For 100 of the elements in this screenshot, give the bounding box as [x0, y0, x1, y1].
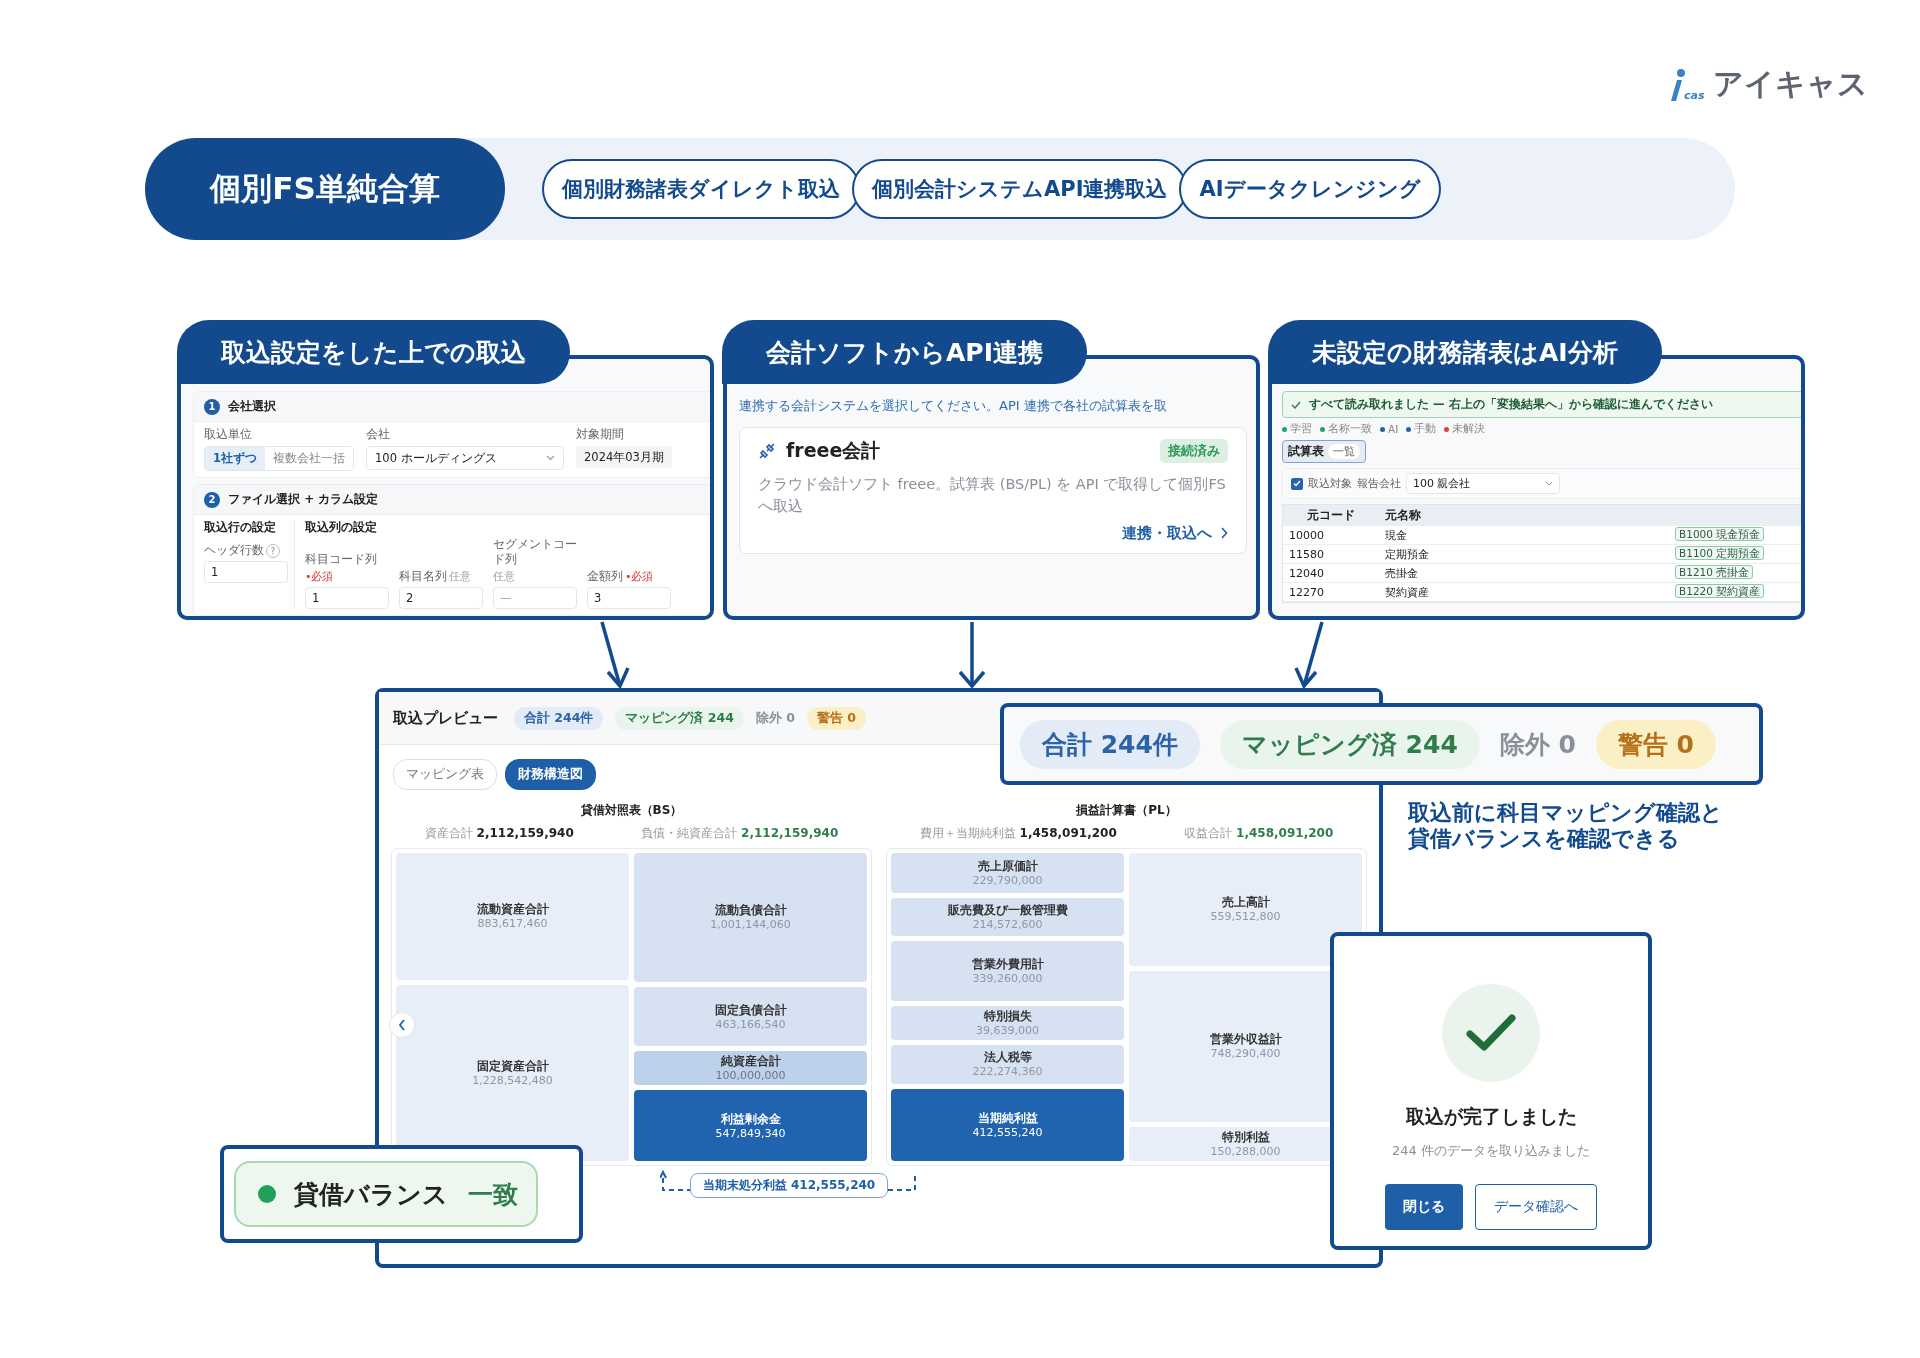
account-block: 販売費及び一般管理費 214,572,600	[891, 898, 1124, 936]
logo-text: アイキャス	[1712, 66, 1868, 102]
company-select[interactable]: 100 ホールディングス	[366, 446, 564, 470]
stat-badge: 警告 0	[806, 706, 867, 730]
caption-text: 取込前に科目マッピング確認と貸借バランスを確認できる	[1408, 800, 1724, 853]
chevron-down-icon	[546, 455, 555, 461]
mapping-tag: B1000 現金預金	[1675, 527, 1765, 541]
field-label: 報告会社	[1357, 476, 1401, 491]
input-field[interactable]: —	[493, 587, 577, 609]
field-label: 会社	[366, 427, 391, 442]
requirement-label: •必須	[625, 569, 654, 584]
requirement-label: 任意	[449, 569, 471, 584]
requirement-label: 任意	[493, 569, 515, 584]
table-cell-text: 売掛金	[1384, 565, 1419, 581]
mapping-tag: B1210 売掛金	[1675, 565, 1754, 579]
subsection-title: 取込行の設定	[204, 520, 277, 535]
stat-badge: 警告 0	[1595, 719, 1716, 769]
banner-text: すべて読み取れました — 右上の「変換結果へ」から確認に進んでください	[1309, 397, 1713, 412]
field-label: 金額列	[587, 569, 623, 584]
panel-title: 会計ソフトからAPI連携	[722, 320, 1087, 384]
connect-link[interactable]: 連携・取込へ	[1122, 523, 1228, 543]
checkbox[interactable]	[1291, 477, 1303, 490]
checkmark-icon	[1442, 984, 1540, 1082]
total-text: 負債・純資産合計 2,112,159,940	[641, 825, 839, 842]
chevron-left-icon	[398, 1019, 406, 1031]
account-block: 利益剰余金 547,849,340	[634, 1090, 867, 1161]
column-header: 元名称	[1384, 506, 1422, 524]
service-name: freee会計	[786, 438, 882, 463]
field-label: ヘッダ行数	[204, 543, 264, 558]
field-label: セグメントコード列	[493, 537, 578, 567]
legend-label: 学習	[1290, 422, 1312, 436]
view-tab[interactable]: 財務構造図	[505, 759, 596, 790]
tab-chip: 一覧	[1328, 444, 1360, 459]
account-block: 固定資産合計 1,228,542,480	[396, 984, 629, 1161]
stat-badge: 合計 244件	[1020, 719, 1200, 769]
balance-status: 一致	[468, 1178, 518, 1211]
logo-mark-text: cas	[1684, 89, 1705, 102]
chevron-right-icon	[1220, 527, 1228, 539]
table-cell-text: 定期預金	[1384, 546, 1430, 562]
step-number: 1	[204, 398, 220, 415]
legend-label: 未解決	[1452, 422, 1486, 436]
preview-title: 取込プレビュー	[393, 708, 498, 728]
step-number: 2	[204, 491, 220, 508]
account-block: 売上高計 559,512,800	[1129, 853, 1362, 966]
input-field[interactable]: 3	[587, 587, 671, 609]
legend-label: 手動	[1414, 422, 1437, 436]
balance-label: 貸借バランス	[294, 1178, 448, 1211]
table-cell-text: 12270	[1288, 585, 1325, 599]
header-title: 個別FS単純合算	[145, 138, 505, 240]
account-block: 流動資産合計 883,617,460	[396, 853, 629, 980]
account-block: 売上原価計 229,790,000	[891, 853, 1124, 894]
stat-text: 除外 0	[1499, 728, 1576, 761]
account-block: 純資産合計 100,000,000	[634, 1051, 867, 1086]
period-field[interactable]: 2024年03月期	[576, 446, 672, 468]
mapping-tag: B1100 定期預金	[1675, 546, 1765, 560]
table-cell-text: 12040	[1288, 566, 1325, 580]
tab-label: 試算表	[1288, 444, 1324, 459]
total-text: 費用＋当期純利益 1,458,091,200	[919, 825, 1117, 842]
total-text: 収益合計 1,458,091,200	[1184, 825, 1334, 842]
status-badge: 接続済み	[1160, 439, 1228, 463]
checkbox-label: 取込対象	[1308, 476, 1352, 491]
field-label: 科目名列	[399, 569, 447, 584]
input-field[interactable]: 1	[305, 587, 389, 609]
statement-title: 貸借対照表（BS）	[579, 802, 684, 819]
unit-option[interactable]: 1社ずつ	[205, 447, 265, 470]
service-description: クラウド会計ソフト freee。試算表 (BS/PL) を API で取得して個別FSへ取込	[758, 475, 1227, 516]
input-field[interactable]: 1	[204, 561, 288, 583]
description-text: 連携する会計システムを選択してください。API 連携で各社の試算表を取	[739, 397, 1168, 415]
total-text: 資産合計 2,112,159,940	[424, 825, 574, 842]
input-field[interactable]: 2	[399, 587, 483, 609]
feature-pill: AIデータクレンジング	[1179, 159, 1441, 219]
dialog-title: 取込が完了しました	[1405, 1104, 1577, 1129]
table-cell-text: 現金	[1384, 527, 1408, 543]
account-block: 法人税等 222,274,360	[891, 1044, 1124, 1084]
check-icon	[1291, 400, 1301, 409]
field-label: 科目コード列	[305, 552, 377, 567]
column-header: 元コード	[1306, 506, 1356, 524]
company-select[interactable]: 100 親会社	[1406, 473, 1560, 494]
sheet-tab[interactable]: 試算表 一覧	[1282, 440, 1366, 463]
table-cell-text: 契約資産	[1384, 584, 1430, 600]
table-cell-text: 10000	[1288, 528, 1325, 542]
dialog-message: 244 件のデータを取り込みました	[1392, 1142, 1590, 1160]
stat-badge: 合計 244件	[514, 706, 604, 730]
profit-label: 当期末処分利益 412,555,240	[689, 1173, 889, 1198]
statement-title: 損益計算書（PL）	[1075, 802, 1178, 819]
account-block: 固定負債合計 463,166,540	[634, 986, 867, 1047]
plug-icon	[758, 442, 776, 460]
field-label: 対象期間	[576, 427, 625, 442]
view-tab[interactable]: マッピング表	[393, 759, 497, 790]
dialog-button[interactable]: 閉じる	[1385, 1184, 1463, 1230]
stat-badge: マッピング済 244	[1219, 719, 1480, 769]
account-block: 営業外費用計 339,260,000	[891, 941, 1124, 1001]
stat-text: 除外 0	[755, 708, 795, 727]
legend-label: AI	[1388, 423, 1399, 435]
section-title: ファイル選択 + カラム設定	[228, 491, 379, 508]
stat-badge: マッピング済 244	[615, 706, 744, 730]
account-block: 当期純利益 412,555,240	[891, 1088, 1124, 1161]
dialog-button[interactable]: データ確認へ	[1475, 1184, 1597, 1230]
mapping-tag: B1220 契約資産	[1675, 584, 1765, 598]
account-block: 流動負債合計 1,001,144,060	[634, 853, 867, 982]
